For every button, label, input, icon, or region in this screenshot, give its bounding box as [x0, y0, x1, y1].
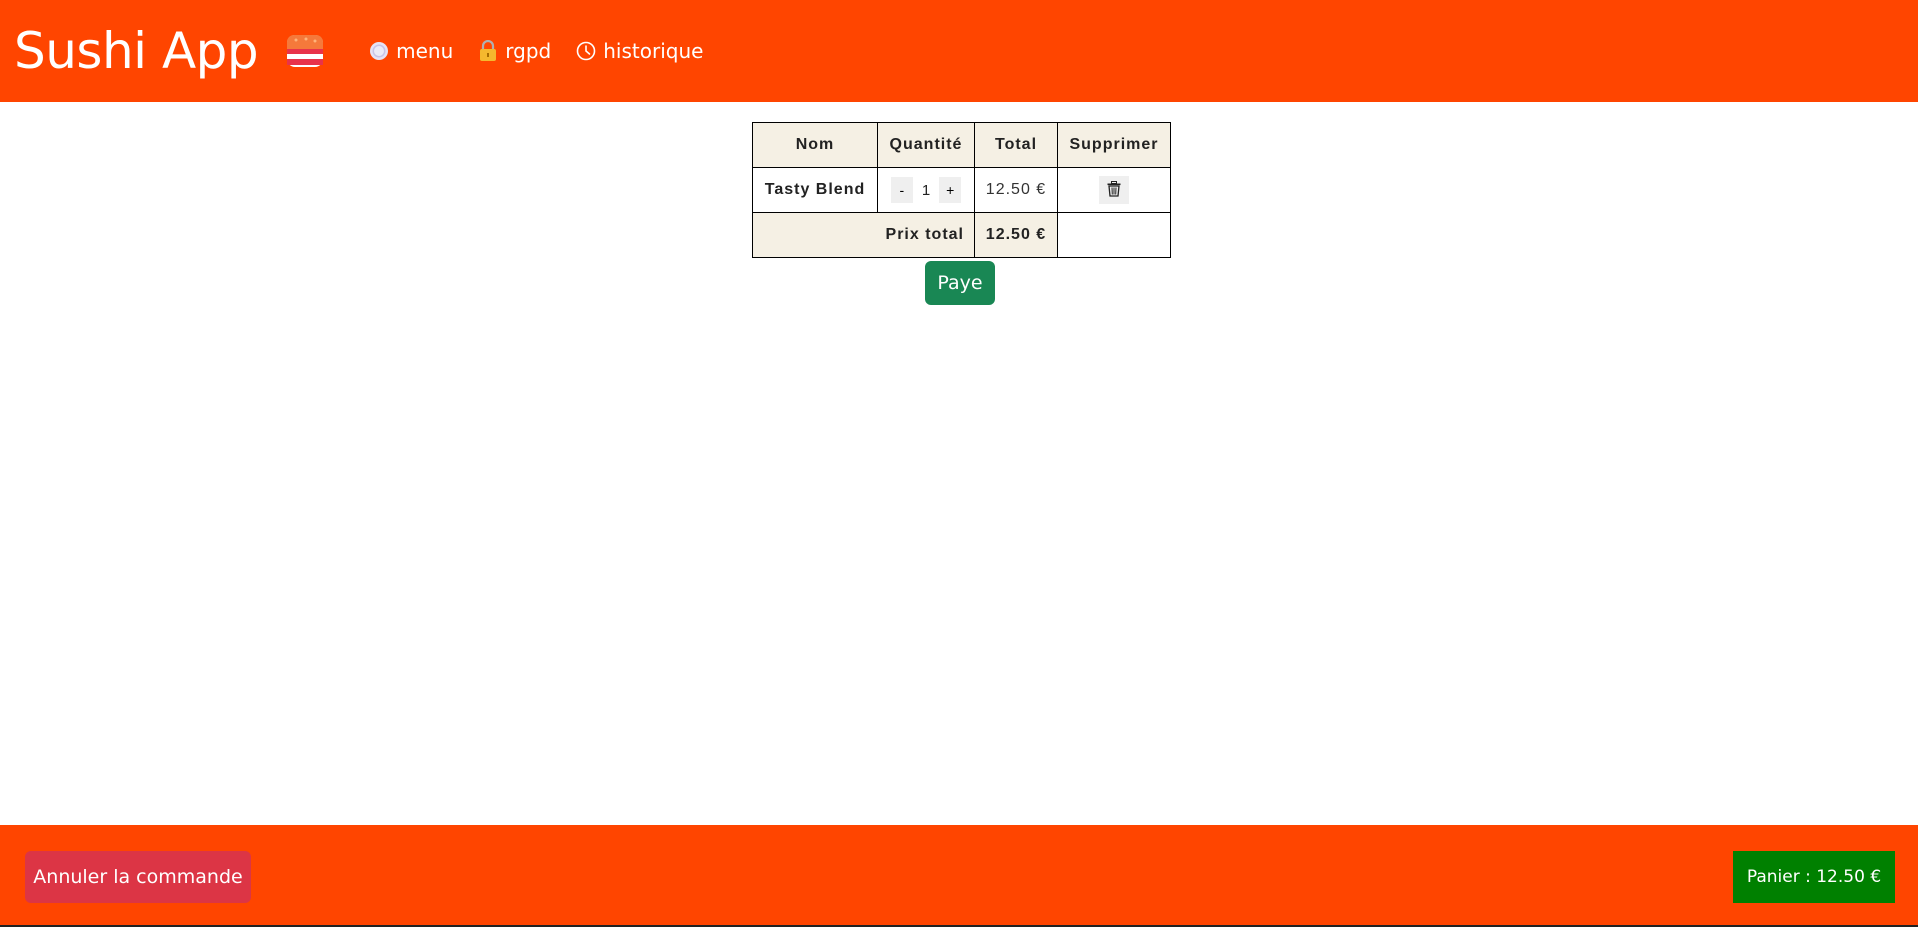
table-header-row: Nom Quantité Total Supprimer [752, 122, 1171, 168]
pay-button[interactable]: Paye [925, 261, 995, 305]
footer-bar: Annuler la commande Panier : 12.50 € [0, 825, 1918, 927]
header-bar: Sushi App menu rgpd historique [0, 0, 1918, 102]
increment-button[interactable]: + [939, 177, 962, 203]
item-total: 12.50 € [974, 167, 1058, 213]
cart-container: Nom Quantité Total Supprimer Tasty Blend… [752, 122, 1171, 258]
quantity-value: 1 [921, 181, 931, 199]
plate-icon [368, 40, 390, 62]
app-title[interactable]: Sushi App [14, 26, 259, 76]
nav-item-rgpd-label: rgpd [505, 39, 552, 63]
trash-icon [1107, 180, 1121, 200]
nav-item-menu[interactable]: menu [368, 39, 453, 63]
delete-item-button[interactable] [1099, 176, 1129, 204]
column-header-quantite: Quantité [877, 122, 975, 168]
delete-cell [1057, 167, 1171, 213]
sushi-icon [284, 30, 326, 72]
column-header-supprimer: Supprimer [1057, 122, 1171, 168]
item-name: Tasty Blend [752, 167, 878, 213]
total-value: 12.50 € [974, 212, 1058, 258]
main-nav: menu rgpd historique [368, 39, 703, 63]
lock-icon [477, 40, 499, 62]
table-row: Tasty Blend - 1 + 12.50 € [752, 167, 1171, 213]
total-label: Prix total [752, 212, 975, 258]
column-header-total: Total [974, 122, 1058, 168]
nav-item-rgpd[interactable]: rgpd [477, 39, 551, 63]
nav-item-historique[interactable]: historique [575, 39, 703, 63]
total-row: Prix total 12.50 € [752, 212, 1171, 258]
total-row-empty-cell [1057, 212, 1171, 258]
cart-button[interactable]: Panier : 12.50 € [1733, 851, 1895, 903]
column-header-nom: Nom [752, 122, 878, 168]
cancel-order-button[interactable]: Annuler la commande [25, 851, 251, 903]
nav-item-menu-label: menu [396, 39, 454, 63]
nav-item-historique-label: historique [603, 39, 704, 63]
page: Sushi App menu rgpd historique Nom Quant… [0, 0, 1918, 927]
quantity-stepper: - 1 + [877, 167, 975, 213]
clock-icon [575, 40, 597, 62]
decrement-button[interactable]: - [890, 177, 913, 203]
cart-table: Nom Quantité Total Supprimer Tasty Blend… [752, 122, 1171, 258]
